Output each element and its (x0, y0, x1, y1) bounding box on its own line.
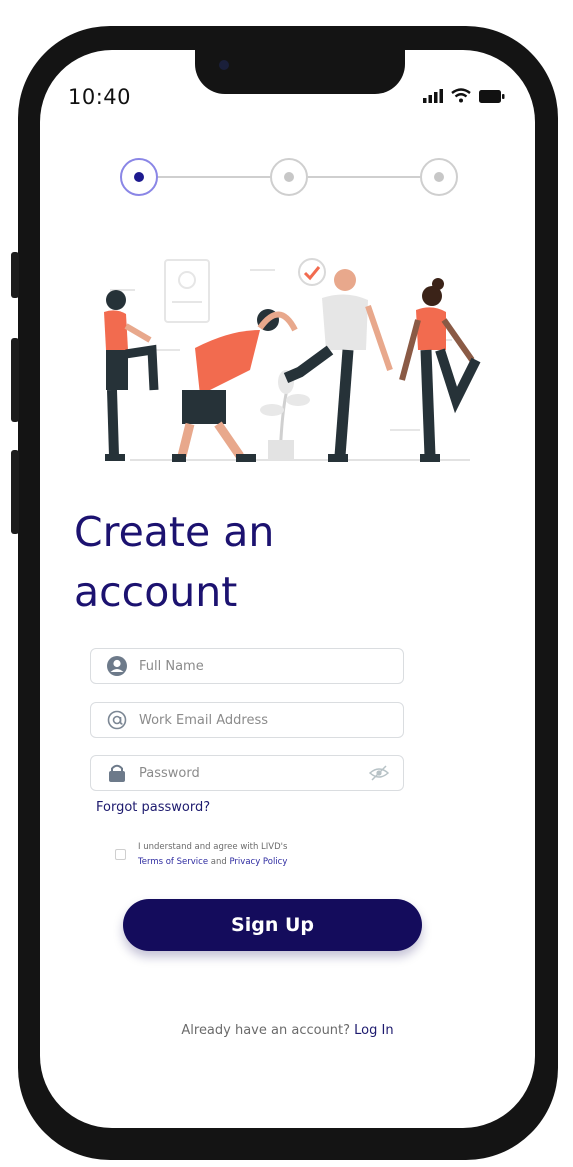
email-field[interactable] (90, 702, 404, 738)
login-prompt: Already have an account? Log In (40, 1023, 535, 1038)
have-account-text: Already have an account? (181, 1023, 355, 1038)
terms-checkbox[interactable] (115, 849, 126, 860)
log-in-link[interactable]: Log In (354, 1023, 393, 1038)
volume-down-button (11, 450, 19, 534)
battery-icon (479, 90, 505, 103)
forgot-password-link[interactable]: Forgot password? (96, 800, 210, 815)
page-title: Create an account (74, 502, 274, 622)
agree-and-text: and (208, 857, 230, 867)
user-icon (105, 656, 129, 676)
phone-screen: 10:40 Create an account Full Name Work E… (40, 50, 535, 1128)
check-icon (298, 258, 326, 286)
signal-icon (423, 89, 443, 103)
terms-agreement: I understand and agree with LIVD's Terms… (115, 840, 287, 870)
privacy-link[interactable]: Privacy Policy (229, 857, 287, 867)
progress-stepper (120, 158, 460, 202)
password-field[interactable] (90, 755, 404, 791)
password-input[interactable] (139, 765, 403, 781)
email-input[interactable] (139, 712, 403, 728)
status-icons (423, 88, 505, 103)
status-time: 10:40 (68, 85, 132, 109)
sign-up-button[interactable]: Sign Up (123, 899, 422, 951)
agree-text: I understand and agree with LIVD's (138, 842, 288, 852)
fitness-illustration (104, 258, 481, 462)
eye-off-icon[interactable] (368, 765, 390, 785)
notch (195, 50, 405, 94)
lock-icon (105, 763, 129, 783)
wifi-icon (451, 88, 471, 103)
title-line-2: account (74, 568, 238, 616)
at-icon (105, 710, 129, 730)
full-name-field[interactable] (90, 648, 404, 684)
step-2[interactable] (270, 158, 308, 196)
full-name-input[interactable] (139, 658, 403, 674)
stepper-line-1 (158, 176, 270, 178)
step-1-active[interactable] (120, 158, 158, 196)
mute-switch (11, 252, 19, 298)
stepper-line-2 (308, 176, 420, 178)
front-camera (219, 60, 229, 70)
terms-link[interactable]: Terms of Service (138, 857, 208, 867)
step-3[interactable] (420, 158, 458, 196)
title-line-1: Create an (74, 508, 275, 556)
volume-up-button (11, 338, 19, 422)
